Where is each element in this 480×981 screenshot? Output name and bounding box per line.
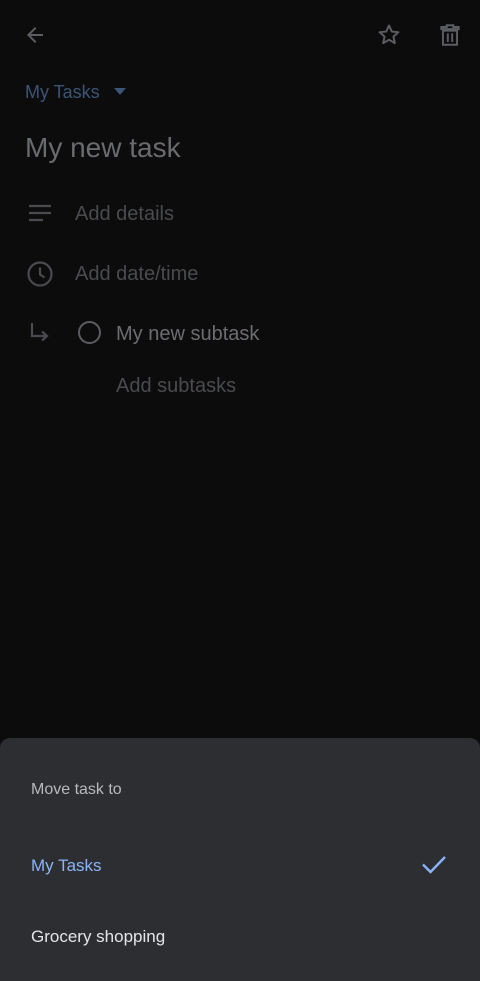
details-lines-icon — [29, 204, 51, 222]
sheet-item-label: Grocery shopping — [31, 927, 166, 946]
check-icon — [422, 856, 446, 874]
back-arrow-icon[interactable] — [23, 23, 47, 47]
sheet-item-my-tasks[interactable]: My Tasks — [0, 836, 480, 896]
task-title[interactable]: My new task — [25, 132, 181, 164]
list-selector[interactable]: My Tasks — [25, 80, 126, 104]
sheet-item-grocery-shopping[interactable]: Grocery shopping — [0, 907, 480, 967]
trash-icon[interactable] — [437, 22, 463, 48]
subtask-checkbox-icon[interactable] — [77, 320, 102, 345]
subtask-arrow-icon — [30, 323, 49, 342]
top-app-bar — [0, 0, 480, 70]
add-details-field[interactable]: Add details — [75, 203, 174, 226]
add-subtasks-button[interactable]: Add subtasks — [116, 375, 236, 398]
sheet-item-label: My Tasks — [31, 856, 102, 875]
task-edit-screen: My Tasks My new task Add details Add dat… — [0, 0, 480, 981]
star-icon[interactable] — [376, 22, 402, 48]
sheet-title: Move task to — [31, 781, 122, 798]
move-task-sheet: Move task to My Tasks Grocery shopping — [0, 738, 480, 981]
clock-icon — [27, 261, 53, 287]
list-selector-label: My Tasks — [25, 81, 100, 102]
dropdown-caret-icon — [113, 88, 126, 95]
add-date-time-field[interactable]: Add date/time — [75, 263, 198, 286]
subtask-title[interactable]: My new subtask — [116, 323, 259, 346]
